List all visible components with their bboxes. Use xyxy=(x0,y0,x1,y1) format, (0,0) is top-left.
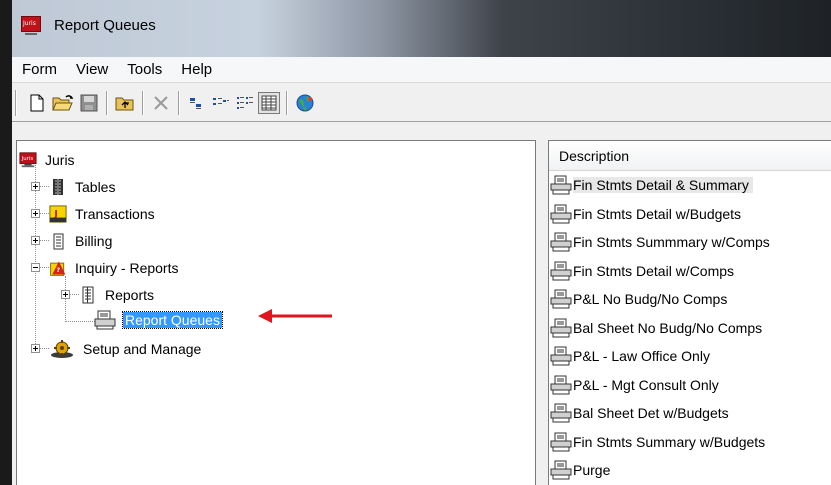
menu-view[interactable]: View xyxy=(76,61,108,78)
report-queue-label: Fin Stmts Detail & Summary xyxy=(573,177,753,194)
report-queues-window: Juris Report Queues Form View Tools Help xyxy=(12,0,831,485)
report-queue-row[interactable]: Fin Stmts Detail w/Budgets xyxy=(549,200,831,229)
report-queue-label: P&L No Budg/No Comps xyxy=(573,291,728,308)
report-queue-row[interactable]: Fin Stmts Summary w/Budgets xyxy=(549,428,831,457)
queue-list: Fin Stmts Detail & Summary Fin Stmts Deta… xyxy=(549,171,831,485)
report-queue-label: Purge xyxy=(573,462,611,479)
open-icon[interactable] xyxy=(52,92,74,114)
menu-bar: Form View Tools Help xyxy=(12,57,831,83)
svg-text:Juris: Juris xyxy=(21,156,34,162)
tree-label: Transactions xyxy=(75,206,155,222)
juris-app-icon[interactable]: Juris xyxy=(21,16,41,35)
tree-item-setup-and-manage[interactable]: Setup and Manage xyxy=(49,338,203,360)
column-header-description[interactable]: Description xyxy=(549,141,831,171)
reports-icon xyxy=(79,286,97,304)
save-icon[interactable] xyxy=(78,92,100,114)
expand-tables-button[interactable] xyxy=(31,182,40,191)
report-queue-row[interactable]: Bal Sheet Det w/Budgets xyxy=(549,399,831,428)
tree-connector xyxy=(65,321,95,322)
toolbar-separator xyxy=(286,91,288,115)
report-queue-icon xyxy=(550,174,573,196)
report-queue-label: Bal Sheet No Budg/No Comps xyxy=(573,319,763,336)
report-queue-icon xyxy=(550,203,573,225)
tables-icon xyxy=(49,178,67,196)
report-queue-row[interactable]: Bal Sheet No Budg/No Comps xyxy=(549,314,831,343)
expand-billing-button[interactable] xyxy=(31,236,40,245)
tree-label-selected: Report Queues xyxy=(122,311,223,329)
menu-help[interactable]: Help xyxy=(181,61,212,78)
window-title: Report Queues xyxy=(54,17,156,34)
report-queue-icon xyxy=(550,402,573,424)
transactions-icon: J xyxy=(49,205,67,223)
tree-item-report-queues[interactable]: Report Queues xyxy=(93,309,223,331)
report-queue-label: Fin Stmts Detail w/Budgets xyxy=(573,205,742,222)
delete-icon[interactable] xyxy=(150,92,172,114)
report-queue-icon xyxy=(550,459,573,481)
report-queue-icon xyxy=(550,231,573,253)
report-queue-label: P&L - Mgt Consult Only xyxy=(573,376,719,393)
report-queue-icon xyxy=(550,431,573,453)
tree-item-billing[interactable]: Billing xyxy=(49,230,114,252)
tree-item-reports[interactable]: Reports xyxy=(79,284,156,306)
new-icon[interactable] xyxy=(26,92,48,114)
report-queue-row[interactable]: Fin Stmts Detail w/Comps xyxy=(549,257,831,286)
tree-item-inquiry-reports[interactable]: ? Inquiry - Reports xyxy=(49,257,180,279)
report-queue-row[interactable]: Fin Stmts Detail & Summary xyxy=(549,171,831,200)
report-queue-icon xyxy=(550,288,573,310)
large-icons-icon[interactable] xyxy=(186,92,208,114)
report-queue-row[interactable]: P&L - Mgt Consult Only xyxy=(549,371,831,400)
report-queue-row[interactable]: P&L - Law Office Only xyxy=(549,342,831,371)
report-queue-icon xyxy=(550,317,573,339)
annotation-arrow-icon xyxy=(258,309,332,323)
tree-item-juris[interactable]: Juris Juris xyxy=(19,149,77,171)
toolbar xyxy=(12,84,831,122)
report-queue-label: Fin Stmts Summmary w/Comps xyxy=(573,234,770,251)
report-queue-icon xyxy=(550,260,573,282)
toolbar-separator xyxy=(142,91,144,115)
expand-reports-button[interactable] xyxy=(61,290,70,299)
tree-label: Juris xyxy=(45,152,75,168)
report-queue-label: P&L - Law Office Only xyxy=(573,348,710,365)
tree-label: Reports xyxy=(105,287,155,303)
report-queue-row[interactable]: Fin Stmts Summmary w/Comps xyxy=(549,228,831,257)
report-queue-label: Bal Sheet Det w/Budgets xyxy=(573,405,729,422)
inquiry-reports-icon: ? xyxy=(49,259,67,277)
collapse-inquiry-button[interactable] xyxy=(31,263,40,272)
report-queue-label: Fin Stmts Detail w/Comps xyxy=(573,262,735,279)
setup-manage-icon xyxy=(49,340,75,358)
title-bar[interactable]: Juris Report Queues xyxy=(12,0,831,57)
list-pane[interactable]: Description Fin Stmts Detail & Summary Fi… xyxy=(548,140,831,485)
svg-text:?: ? xyxy=(56,266,60,274)
juris-icon: Juris xyxy=(19,151,37,169)
toolbar-grip[interactable] xyxy=(15,90,17,116)
toolbar-separator xyxy=(106,91,108,115)
web-icon[interactable] xyxy=(294,92,316,114)
small-icons-icon[interactable] xyxy=(210,92,232,114)
details-icon[interactable] xyxy=(258,92,280,114)
tree-item-transactions[interactable]: J Transactions xyxy=(49,203,157,225)
expand-transactions-button[interactable] xyxy=(31,209,40,218)
tree-label: Inquiry - Reports xyxy=(75,260,179,276)
toolbar-separator xyxy=(178,91,180,115)
tree-item-tables[interactable]: Tables xyxy=(49,176,117,198)
tree-label: Tables xyxy=(75,179,116,195)
menu-form[interactable]: Form xyxy=(22,61,57,78)
report-queue-row[interactable]: Purge xyxy=(549,456,831,485)
menu-tools[interactable]: Tools xyxy=(127,61,162,78)
report-queue-icon xyxy=(550,374,573,396)
report-queue-icon xyxy=(93,310,117,330)
expand-setup-button[interactable] xyxy=(31,344,40,353)
tree-connector xyxy=(65,276,66,322)
report-queue-icon xyxy=(550,345,573,367)
report-queue-row[interactable]: P&L No Budg/No Comps xyxy=(549,285,831,314)
background-strip xyxy=(0,0,12,485)
billing-icon xyxy=(49,232,67,250)
list-icon[interactable] xyxy=(234,92,256,114)
report-queue-label: Fin Stmts Summary w/Budgets xyxy=(573,433,766,450)
tree-label: Billing xyxy=(75,233,113,249)
tree-label: Setup and Manage xyxy=(83,341,202,357)
up-folder-icon[interactable] xyxy=(114,92,136,114)
